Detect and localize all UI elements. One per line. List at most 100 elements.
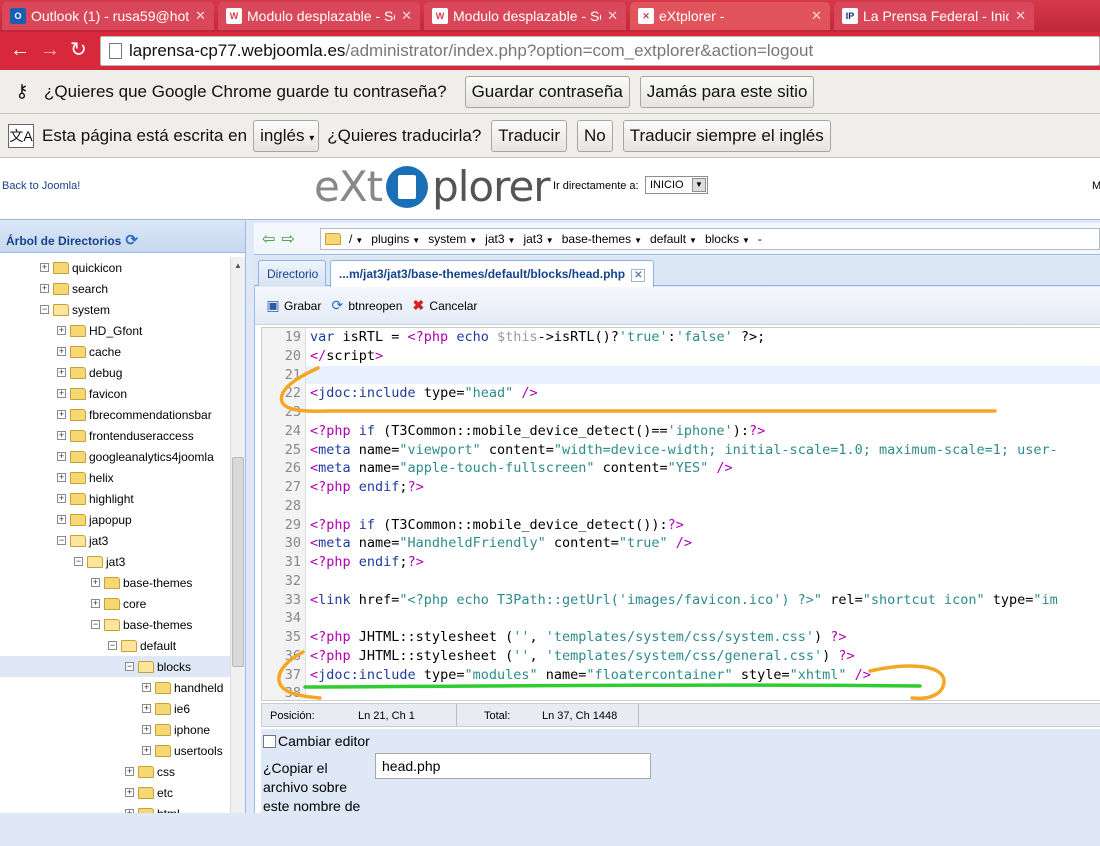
tree-node[interactable]: − default (0, 635, 230, 656)
tree-node[interactable]: + favicon (0, 383, 230, 404)
expand-icon[interactable]: + (125, 788, 134, 797)
copy-filename-input[interactable] (375, 753, 651, 779)
refresh-icon[interactable]: ⟳ (125, 232, 138, 249)
forward-arrow-icon[interactable]: → (40, 38, 60, 62)
expand-icon[interactable]: + (40, 284, 49, 293)
expand-icon[interactable]: + (57, 473, 66, 482)
expand-icon[interactable]: + (57, 347, 66, 356)
scroll-up-icon[interactable]: ▲ (234, 261, 242, 270)
close-icon[interactable]: ✕ (401, 8, 412, 24)
breadcrumb-item[interactable]: jat3 ▼ (485, 232, 515, 246)
back-arrow-icon[interactable]: ← (10, 38, 30, 62)
tree-node[interactable]: − jat3 (0, 551, 230, 572)
breadcrumb-item[interactable]: jat3 ▼ (523, 232, 553, 246)
browser-tab[interactable]: O Outlook (1) - rusa59@hot ✕ (2, 2, 214, 30)
expand-icon[interactable]: + (125, 767, 134, 776)
expand-icon[interactable]: + (57, 410, 66, 419)
breadcrumb-item[interactable]: plugins ▼ (371, 232, 420, 246)
close-icon[interactable]: ✕ (631, 269, 646, 282)
breadcrumb-item[interactable]: default ▼ (650, 232, 697, 246)
tree-node[interactable]: + core (0, 593, 230, 614)
tree-node[interactable]: − blocks (0, 656, 230, 677)
expand-icon[interactable]: + (57, 326, 66, 335)
tree-node[interactable]: + base-themes (0, 572, 230, 593)
collapse-icon[interactable]: − (91, 620, 100, 629)
toggle-editor-checkbox[interactable]: Cambiar editor (263, 733, 370, 749)
address-bar[interactable]: laprensa-cp77.webjoomla.es/administrator… (100, 36, 1100, 66)
back-arrow-icon[interactable]: ⇦ (262, 229, 275, 249)
tree-node[interactable]: + frontenduseraccess (0, 425, 230, 446)
save-button[interactable]: ▣ Grabar (265, 297, 321, 314)
expand-icon[interactable]: + (57, 368, 66, 377)
tree-node[interactable]: + usertools (0, 740, 230, 761)
expand-icon[interactable]: + (125, 809, 134, 813)
breadcrumb-item[interactable]: - (758, 232, 762, 246)
tree-node[interactable]: + highlight (0, 488, 230, 509)
close-icon[interactable]: ✕ (195, 8, 206, 24)
checkbox-box[interactable] (263, 734, 276, 748)
expand-icon[interactable]: + (57, 389, 66, 398)
expand-icon[interactable]: + (142, 683, 151, 692)
tree-node[interactable]: + helix (0, 467, 230, 488)
tree-node[interactable]: + debug (0, 362, 230, 383)
breadcrumb-item[interactable]: blocks ▼ (705, 232, 750, 246)
tree-node[interactable]: − jat3 (0, 530, 230, 551)
tree-node[interactable]: + googleanalytics4joomla (0, 446, 230, 467)
breadcrumb-item[interactable]: system ▼ (428, 232, 477, 246)
expand-icon[interactable]: + (142, 704, 151, 713)
expand-icon[interactable]: + (91, 599, 100, 608)
expand-icon[interactable]: + (142, 746, 151, 755)
tree-node[interactable]: + iphone (0, 719, 230, 740)
collapse-icon[interactable]: − (108, 641, 117, 650)
tree-node[interactable]: − base-themes (0, 614, 230, 635)
code-editor[interactable]: 19 var isRTL = <?php echo $this->isRTL()?… (261, 327, 1100, 701)
scrollbar-thumb[interactable] (232, 457, 244, 667)
breadcrumb-item[interactable]: base-themes ▼ (562, 232, 642, 246)
browser-tab[interactable]: W Modulo desplazable - Ser ✕ (424, 2, 626, 30)
close-icon[interactable]: ✕ (607, 8, 618, 24)
always-translate-button[interactable]: Traducir siempre el inglés (622, 119, 831, 152)
expand-icon[interactable]: + (57, 452, 66, 461)
tree-node[interactable]: − system (0, 299, 230, 320)
goto-select[interactable]: INICIO ▼ (645, 176, 708, 194)
collapse-icon[interactable]: − (125, 662, 134, 671)
expand-icon[interactable]: + (142, 725, 151, 734)
collapse-icon[interactable]: − (57, 536, 66, 545)
tree-node[interactable]: + etc (0, 782, 230, 803)
tree-node[interactable]: + css (0, 761, 230, 782)
no-button[interactable]: No (577, 119, 613, 152)
tab-head-php[interactable]: ...m/jat3/jat3/base-themes/default/block… (330, 260, 655, 287)
close-icon[interactable]: ✕ (811, 8, 822, 24)
browser-tab[interactable]: W Modulo desplazable - Ser ✕ (218, 2, 420, 30)
expand-icon[interactable]: + (91, 578, 100, 587)
translate-button[interactable]: Traducir (491, 119, 567, 152)
reload-icon[interactable]: ↻ (70, 38, 87, 62)
expand-icon[interactable]: + (57, 431, 66, 440)
collapse-icon[interactable]: − (40, 305, 49, 314)
back-to-joomla-link[interactable]: Back to Joomla! (2, 180, 80, 192)
expand-icon[interactable]: + (57, 515, 66, 524)
reopen-button[interactable]: ⟳ btnreopen (329, 297, 402, 314)
expand-icon[interactable]: + (57, 494, 66, 503)
cancel-button[interactable]: ✖ Cancelar (410, 297, 478, 314)
tree-node[interactable]: + quickicon (0, 257, 230, 278)
tree-node[interactable]: + HD_Gfont (0, 320, 230, 341)
collapse-icon[interactable]: − (74, 557, 83, 566)
tree-node[interactable]: + ie6 (0, 698, 230, 719)
close-icon[interactable]: ✕ (1015, 8, 1026, 24)
tab-directory[interactable]: Directorio (258, 260, 326, 286)
browser-tab[interactable]: ✕ eXtplorer - ✕ (630, 2, 830, 30)
breadcrumb-item[interactable]: / ▼ (349, 232, 363, 246)
tree-node[interactable]: + search (0, 278, 230, 299)
browser-tab[interactable]: IP La Prensa Federal - Inicio ✕ (834, 2, 1034, 30)
language-select[interactable]: inglés ▾ (253, 119, 320, 152)
forward-arrow-icon[interactable]: ⇨ (281, 229, 294, 249)
tree-node[interactable]: + cache (0, 341, 230, 362)
never-save-button[interactable]: Jamás para este sitio (639, 75, 815, 108)
tree-node[interactable]: + fbrecommendationsbar (0, 404, 230, 425)
tree-node[interactable]: + japopup (0, 509, 230, 530)
tree-scrollbar[interactable]: ▲ (230, 257, 245, 813)
expand-icon[interactable]: + (40, 263, 49, 272)
tree-node[interactable]: + html (0, 803, 230, 813)
save-password-button[interactable]: Guardar contraseña (464, 75, 630, 108)
